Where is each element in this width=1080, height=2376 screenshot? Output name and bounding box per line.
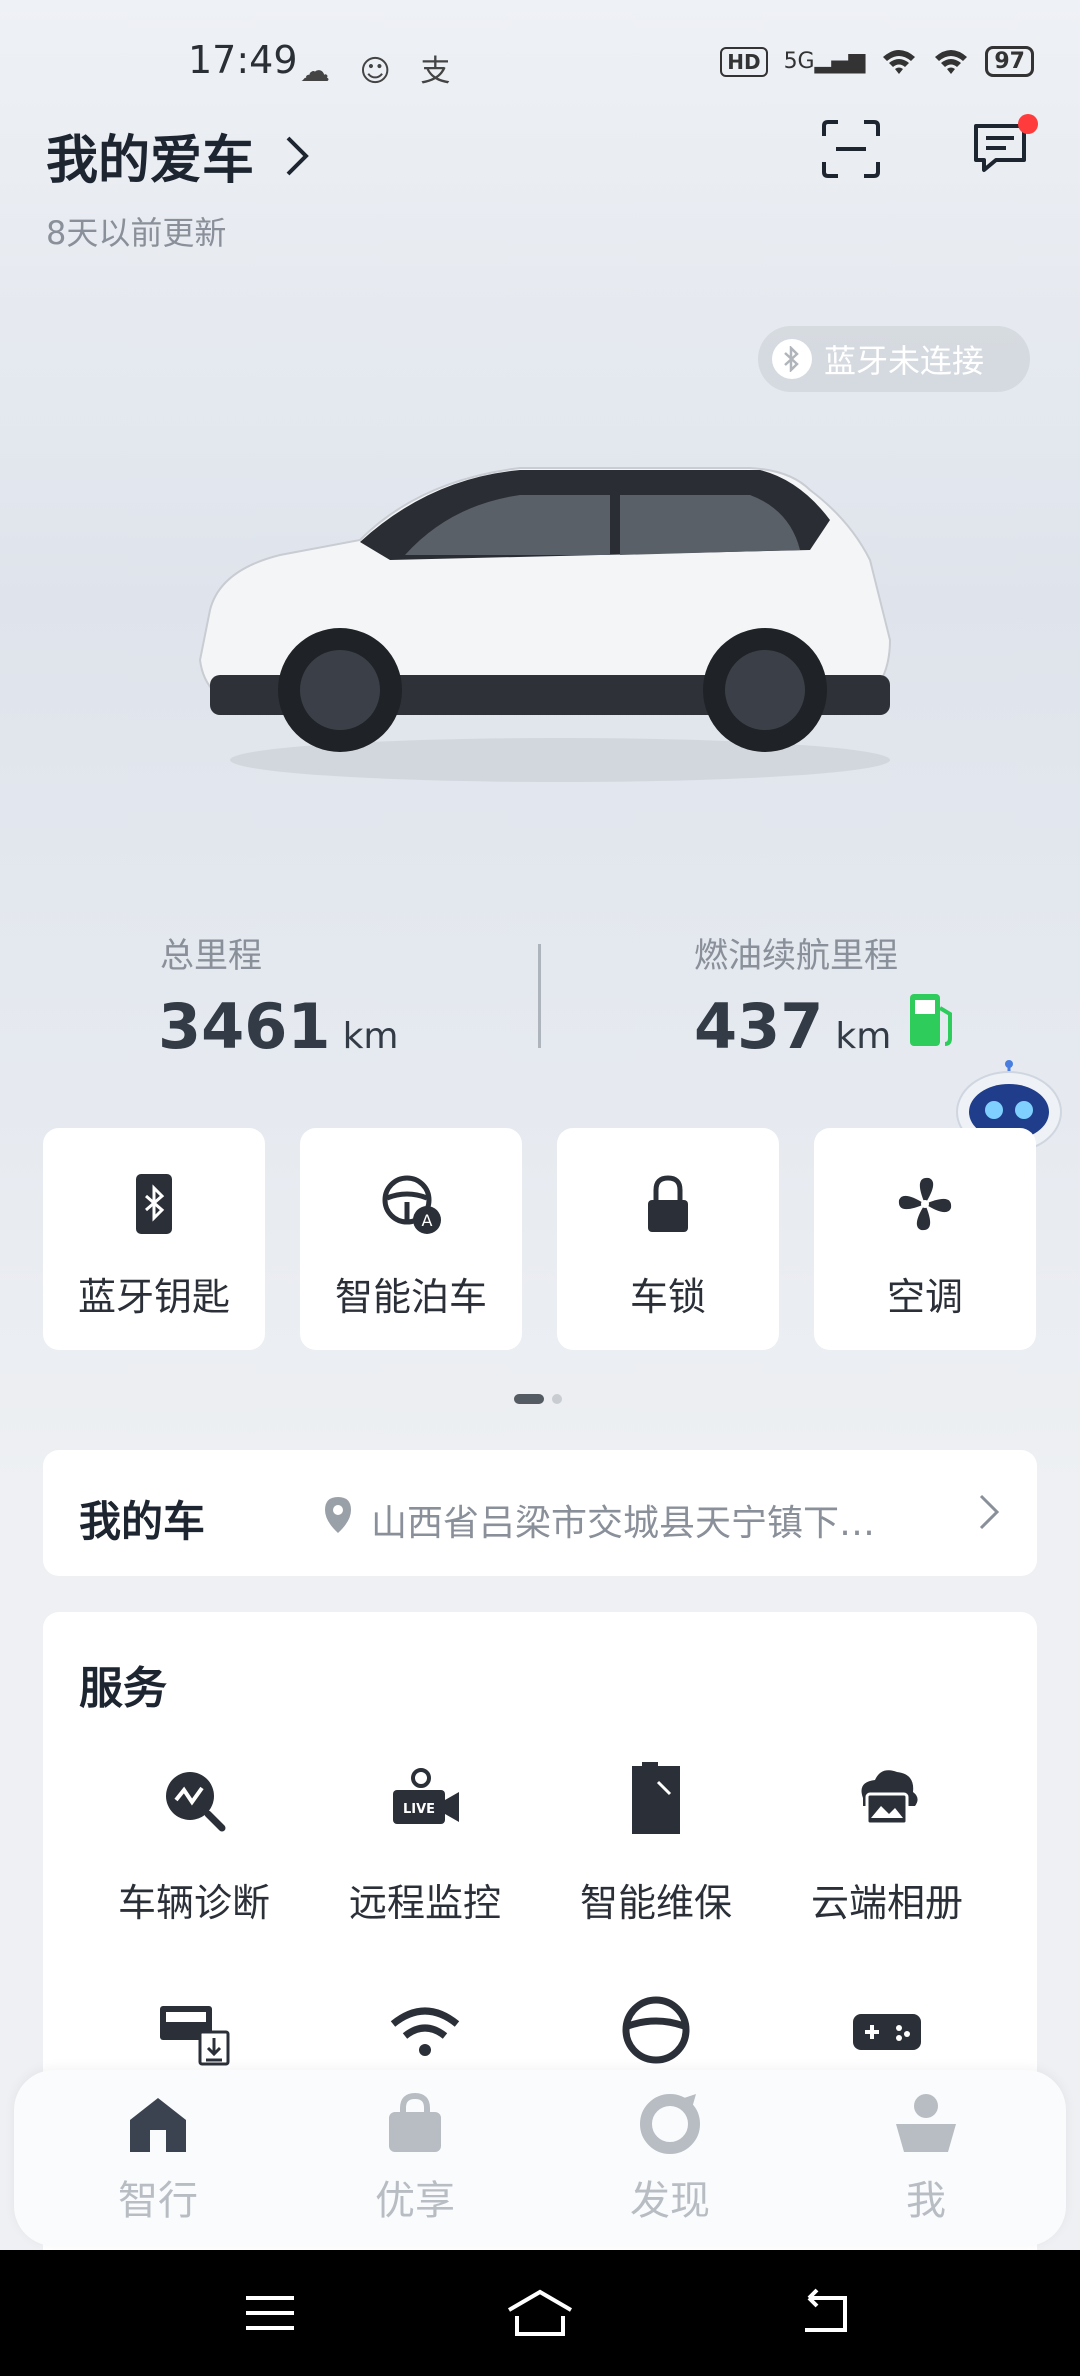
smart-parking-icon: A [382,1175,441,1234]
hd-icon: HD [720,46,768,77]
update-time: 8天以前更新 [46,214,227,252]
quick-action-label: 智能泊车 [334,1275,487,1319]
fuel-pump-icon [910,994,952,1046]
status-time: 17:49 [188,38,298,82]
status-right-icons: HD 5G▂▄▆ 97 [720,46,1034,77]
page-title: 我的爱车 [46,131,255,191]
page-dot [552,1394,562,1404]
total-mileage-value: 3461 km [158,990,398,1063]
steering-wheel-icon [622,1996,690,2064]
service-label: 云端相册 [810,1881,963,1925]
diagnosis-icon [166,1772,226,1832]
bluetooth-key-icon [136,1174,172,1234]
service-label: 车辆诊断 [117,1881,270,1925]
chevron-right-icon [286,136,309,175]
page-indicator [514,1394,562,1404]
menu-icon[interactable] [240,2288,300,2338]
page-dot-active [514,1394,544,1404]
tab-label: 优享 [375,2178,455,2224]
home-icon [130,2098,186,2152]
wifi-icon [390,2007,460,2056]
download-device-icon [160,2006,230,2066]
quick-action-smart-parking[interactable]: A 智能泊车 [300,1128,522,1350]
status-notification-icons: ☁ ☺ 支 [300,54,461,89]
tab-label: 智行 [118,2178,198,2224]
shopping-bag-icon [389,2092,441,2152]
my-car-title: 我的车 [79,1497,206,1546]
location-pin-icon [325,1497,351,1533]
service-cloud-album[interactable]: 云端相册 [771,1762,1003,1927]
fan-icon [898,1177,952,1231]
quick-action-label: 蓝牙钥匙 [77,1275,230,1319]
services-title: 服务 [79,1663,167,1714]
fuel-range-label: 燃油续航里程 [694,936,898,976]
quick-action-bluetooth-key[interactable]: 蓝牙钥匙 [43,1128,265,1350]
service-diagnosis[interactable]: 车辆诊断 [78,1762,310,1927]
service-item-8[interactable] [771,1992,1003,2072]
svg-text:A: A [422,1211,433,1230]
bluetooth-status-pill[interactable]: 蓝牙未连接 [758,326,1030,392]
home-nav-icon[interactable] [505,2288,575,2338]
fuel-range-unit: km [835,1016,892,1057]
svg-text:LIVE: LIVE [403,1802,435,1817]
back-icon[interactable] [795,2288,855,2338]
service-item-7[interactable] [540,1992,772,2072]
service-item-6[interactable] [309,1992,541,2072]
battery-indicator: 97 [985,46,1034,77]
maintenance-icon [632,1761,680,1834]
tab-label: 我 [906,2178,946,2224]
total-mileage-number: 3461 [158,990,331,1063]
total-mileage-unit: km [342,1016,399,1057]
service-live-monitor[interactable]: LIVE 远程监控 [309,1762,541,1927]
service-label: 远程监控 [348,1881,501,1925]
tab-youxiang[interactable]: 优享 [325,2090,505,2226]
wifi-status-icon-2 [935,49,968,74]
car-image [198,467,892,782]
discover-icon [640,2094,700,2154]
service-item-5[interactable] [78,1992,310,2072]
tab-faxian[interactable]: 发现 [580,2090,760,2226]
system-nav-bar [0,2250,1080,2376]
status-bar: 17:49 ☁ ☺ 支 HD 5G▂▄▆ 97 [0,0,1080,130]
scan-icon [822,120,880,178]
message-button[interactable] [970,114,1038,184]
scan-button[interactable] [820,118,882,180]
bluetooth-icon [772,339,812,379]
my-car-location: 山西省吕梁市交城县天宁镇下… [371,1503,876,1544]
wifi-status-icon [883,49,916,74]
user-icon [896,2094,956,2152]
quick-action-ac[interactable]: 空调 [814,1128,1036,1350]
stats-divider [538,944,541,1048]
tab-label: 发现 [630,2178,710,2224]
bluetooth-status-label: 蓝牙未连接 [824,342,985,380]
quick-action-label: 车锁 [629,1275,706,1319]
service-label: 智能维保 [579,1881,732,1925]
service-maintenance[interactable]: 智能维保 [540,1761,772,1927]
notification-dot [1018,114,1038,134]
quick-action-lock[interactable]: 车锁 [557,1128,779,1350]
my-car-card[interactable]: 我的车 山西省吕梁市交城县天宁镇下… [43,1450,1037,1576]
network-label: 5G [783,49,815,74]
tab-me[interactable]: 我 [836,2090,1016,2226]
fuel-range-number: 437 [694,990,824,1063]
page-title-row[interactable]: 我的爱车 [46,118,312,193]
tab-zhixing[interactable]: 智行 [68,2090,248,2226]
lock-icon [648,1175,688,1232]
gamepad-icon [853,2014,921,2050]
cloud-album-icon [861,1770,918,1826]
bottom-tab-bar: 智行 优享 发现 我 [14,2070,1066,2246]
network-icon: 5G▂▄▆ [783,49,866,74]
quick-action-label: 空调 [886,1275,963,1319]
live-camera-icon: LIVE [393,1768,459,1824]
total-mileage-label: 总里程 [160,936,262,976]
fuel-range-value: 437 km [694,990,891,1063]
chevron-right-icon [979,1494,1000,1530]
